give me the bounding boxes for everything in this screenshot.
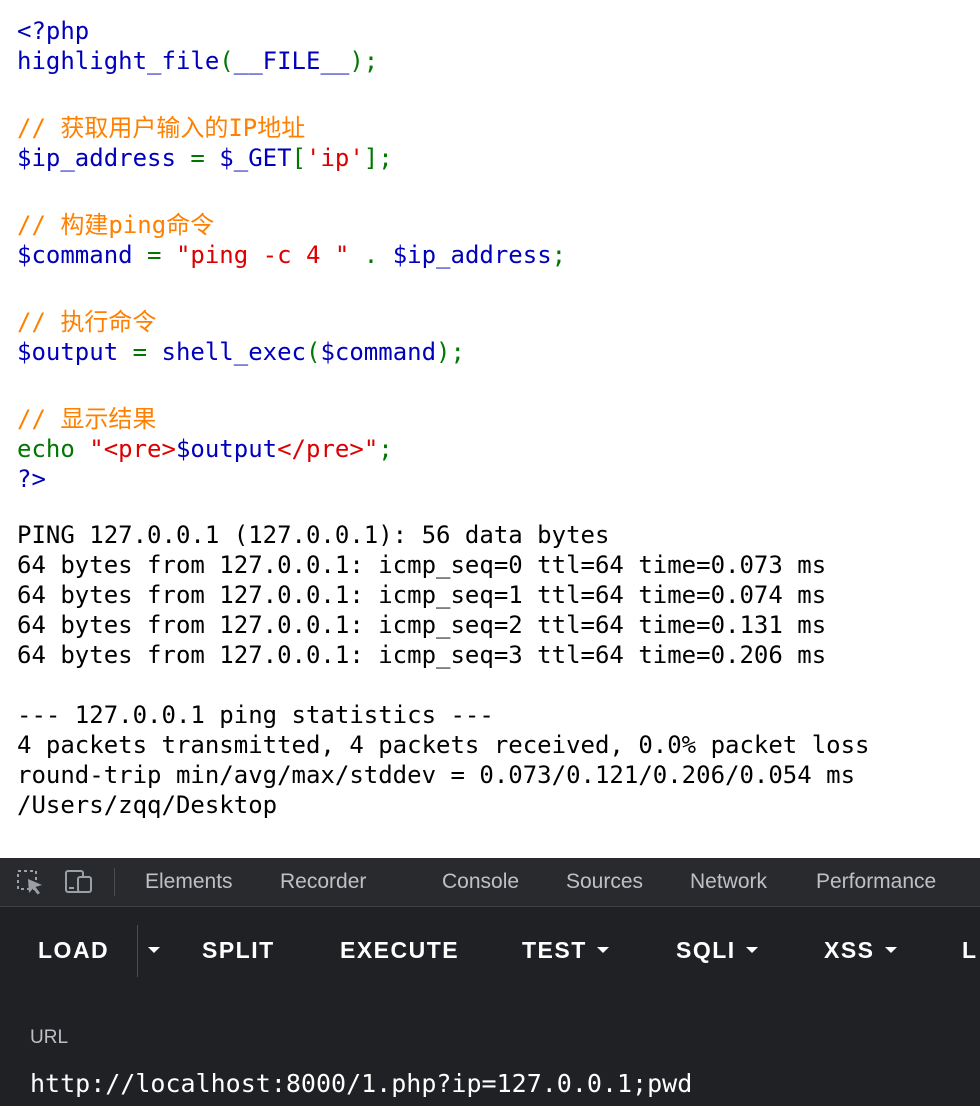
code-token: $ip_address [392, 241, 552, 269]
output-line: 64 bytes from 127.0.0.1: icmp_seq=3 ttl=… [17, 641, 827, 669]
code-token: ?> [17, 465, 46, 493]
code-token: // 执行命令 [17, 308, 157, 336]
code-token: $output [175, 435, 278, 463]
load-divider [137, 925, 138, 977]
tab-sources[interactable]: Sources [566, 858, 643, 906]
code-token: ( [219, 47, 234, 75]
code-token: <?php [17, 17, 90, 45]
load-button[interactable]: LOAD [38, 907, 109, 993]
devtools-panel: Elements Recorder Console Sources Networ… [0, 858, 980, 1106]
code-token: $output [17, 338, 133, 366]
code-line: ?> [17, 464, 967, 494]
output-line: 64 bytes from 127.0.0.1: icmp_seq=0 ttl=… [17, 551, 827, 579]
tab-performance[interactable]: Performance [816, 858, 936, 906]
code-line: highlight_file(__FILE__); [17, 46, 967, 76]
test-menu-button[interactable]: TEST [522, 907, 609, 993]
code-token: $command [320, 338, 437, 366]
code-token: 'ip' [306, 144, 364, 172]
code-token: $command [17, 241, 148, 269]
code-token: </pre> [277, 435, 364, 463]
url-label: URL [30, 1027, 69, 1048]
tab-bar-separator [114, 868, 115, 896]
tab-elements[interactable]: Elements [145, 858, 233, 906]
code-token: . [363, 241, 393, 269]
output-line: 64 bytes from 127.0.0.1: icmp_seq=2 ttl=… [17, 611, 827, 639]
code-token: " [89, 435, 104, 463]
url-panel: URL [0, 993, 980, 1106]
code-token: ; [551, 241, 567, 269]
test-menu-label: TEST [522, 937, 587, 963]
hackbar-toolbar: LOAD SPLIT EXECUTE TEST SQLI XSS L [0, 907, 980, 993]
device-toolbar-icon[interactable] [64, 868, 94, 896]
chevron-down-icon [884, 946, 897, 953]
sqli-menu-button[interactable]: SQLI [676, 907, 758, 993]
code-token: ); [436, 338, 465, 366]
output-line: 64 bytes from 127.0.0.1: icmp_seq=1 ttl=… [17, 581, 827, 609]
chevron-down-icon [596, 946, 609, 953]
output-blank-line [17, 670, 977, 700]
url-input[interactable] [30, 1063, 970, 1103]
code-line: <?php [17, 16, 967, 46]
sqli-menu-label: SQLI [676, 937, 736, 963]
tab-recorder[interactable]: Recorder [280, 858, 366, 906]
code-token: // 获取用户输入的IP地址 [17, 114, 306, 142]
output-line: 4 packets transmitted, 4 packets receive… [17, 731, 870, 759]
load-dropdown-button[interactable] [142, 907, 166, 993]
code-token: // 显示结果 [17, 405, 157, 433]
code-token: <pre> [103, 435, 176, 463]
code-line: // 显示结果 [17, 404, 967, 434]
code-token: $ip_address [17, 144, 191, 172]
code-token: echo [17, 435, 90, 463]
code-token: = [190, 144, 220, 172]
more-menu-button[interactable]: L [962, 907, 978, 993]
command-output: PING 127.0.0.1 (127.0.0.1): 56 data byte… [17, 520, 977, 820]
code-line: // 构建ping命令 [17, 210, 967, 240]
chevron-down-icon [148, 946, 160, 953]
output-line: --- 127.0.0.1 ping statistics --- [17, 701, 494, 729]
code-line: echo "<pre>$output</pre>"; [17, 434, 967, 464]
code-line: // 获取用户输入的IP地址 [17, 113, 967, 143]
code-token: // 构建ping命令 [17, 211, 215, 239]
devtools-tab-bar: Elements Recorder Console Sources Networ… [0, 858, 980, 907]
xss-menu-label: XSS [824, 937, 875, 963]
output-line: PING 127.0.0.1 (127.0.0.1): 56 data byte… [17, 521, 610, 549]
code-token: ); [349, 47, 379, 75]
code-token: shell_exec [161, 338, 307, 366]
code-token: " [363, 435, 379, 463]
code-token: ( [306, 338, 321, 366]
output-line: /Users/zqq/Desktop [17, 791, 278, 819]
tab-network[interactable]: Network [690, 858, 767, 906]
code-line: $ip_address = $_GET['ip']; [17, 143, 967, 173]
code-line: $command = "ping -c 4 " . $ip_address; [17, 240, 967, 270]
output-line: round-trip min/avg/max/stddev = 0.073/0.… [17, 761, 856, 789]
code-token: $_GET [219, 144, 292, 172]
code-token: "ping -c 4 " [175, 241, 364, 269]
code-token: __FILE__ [233, 47, 350, 75]
split-button[interactable]: SPLIT [202, 907, 275, 993]
php-source-code: <?php highlight_file(__FILE__);// 获取用户输入的… [17, 16, 967, 494]
code-line: // 执行命令 [17, 307, 967, 337]
tab-console[interactable]: Console [442, 858, 519, 906]
code-token: = [132, 338, 162, 366]
inspect-element-icon[interactable] [16, 868, 46, 896]
execute-button[interactable]: EXECUTE [340, 907, 459, 993]
code-token: highlight_file [17, 47, 220, 75]
code-token: ; [378, 435, 393, 463]
code-token: = [147, 241, 176, 269]
code-token: ]; [363, 144, 393, 172]
xss-menu-button[interactable]: XSS [824, 907, 897, 993]
chevron-down-icon [745, 946, 758, 953]
code-line: $output = shell_exec($command); [17, 337, 967, 367]
code-token: [ [291, 144, 306, 172]
